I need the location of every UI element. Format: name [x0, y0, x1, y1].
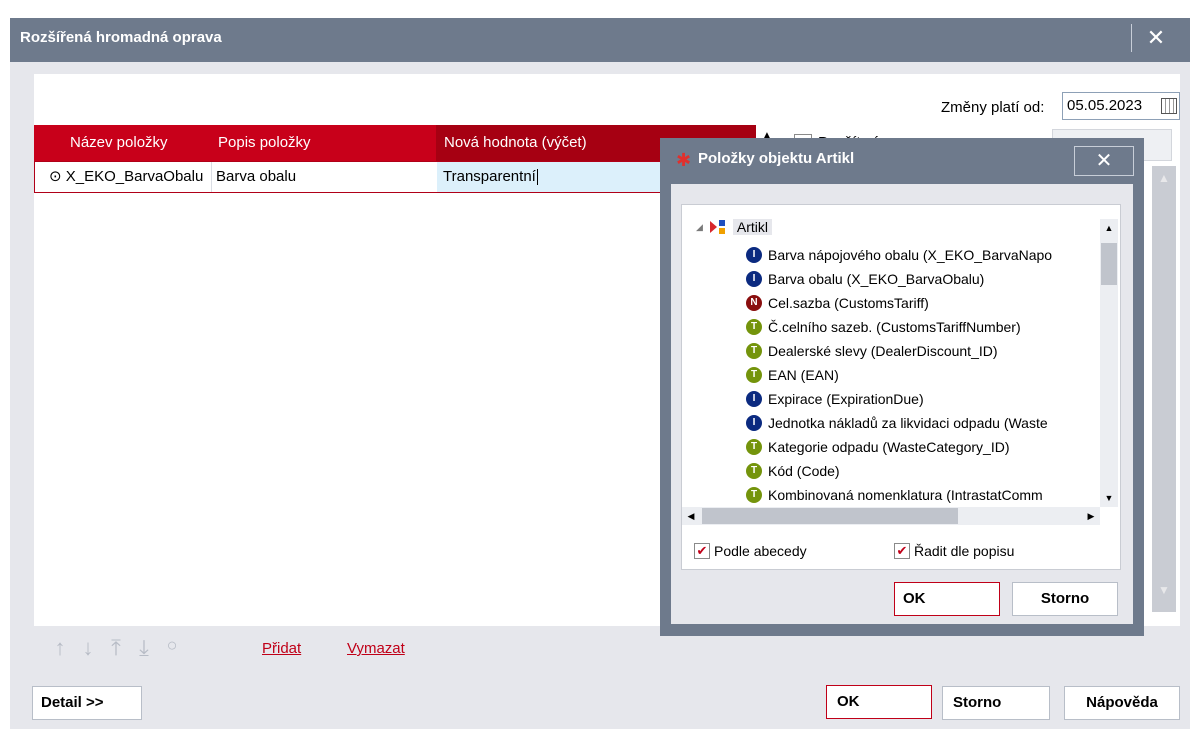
tree-horizontal-scrollbar[interactable]: ◀ ▶	[682, 507, 1100, 525]
tree-view[interactable]: ◢ Artikl I Barva nápojového obalu (X_EKO_…	[686, 217, 1093, 503]
close-button[interactable]: ✕	[1131, 24, 1180, 52]
list-item[interactable]: I Barva nápojového obalu (X_EKO_BarvaNapo	[746, 243, 1052, 267]
list-item-label: Barva nápojového obalu (X_EKO_BarvaNapo	[768, 247, 1053, 263]
column-header-name[interactable]: Název položky	[34, 125, 210, 161]
sort-desc-checkbox[interactable]: ✔	[894, 543, 910, 559]
detail-button[interactable]: Detail >>	[32, 686, 142, 720]
add-link[interactable]: Přidat	[262, 640, 301, 657]
list-item[interactable]: T Kód (Code)	[746, 459, 840, 483]
collapse-icon[interactable]: ◢	[696, 222, 703, 233]
tree-root[interactable]: ◢ Artikl	[696, 219, 773, 235]
sort-alpha-option[interactable]: ✔ Podle abecedy	[694, 543, 807, 559]
ok-button[interactable]: OK	[826, 685, 932, 719]
cell-item-name[interactable]: ⊙ X_EKO_BarvaObalu	[49, 162, 211, 192]
table-row[interactable]: ⊙ X_EKO_BarvaObalu Barva obalu Transpare…	[34, 161, 677, 193]
text-type-icon: T	[746, 343, 762, 359]
move-up-icon[interactable]: ↑	[50, 635, 70, 661]
number-type-icon: N	[746, 295, 762, 311]
list-item[interactable]: I Expirace (ExpirationDue)	[746, 387, 924, 411]
search-icon[interactable]: ○	[162, 635, 182, 661]
text-type-icon: T	[746, 463, 762, 479]
list-item[interactable]: T EAN (EAN)	[746, 363, 839, 387]
move-bottom-icon[interactable]: ⤓	[134, 635, 154, 661]
list-item-label: Expirace (ExpirationDue)	[768, 391, 924, 407]
list-item[interactable]: T Dealerské slevy (DealerDiscount_ID)	[746, 339, 998, 363]
changes-from-label: Změny platí od:	[941, 99, 1045, 116]
items-dialog: ✱ Položky objektu Artikl ✕ ◢ Artikl I Bar…	[660, 138, 1144, 636]
changes-from-value: 05.05.2023	[1067, 97, 1143, 114]
list-item[interactable]: N Cel.sazba (CustomsTariff)	[746, 291, 929, 315]
scroll-thumb[interactable]	[702, 508, 958, 524]
list-item-label: Kombinovaná nomenklatura (IntrastatComm	[768, 487, 1043, 503]
text-type-icon: T	[746, 487, 762, 503]
text-type-icon: T	[746, 319, 762, 335]
integer-type-icon: I	[746, 271, 762, 287]
dialog-star-icon: ✱	[676, 150, 692, 170]
list-item[interactable]: I Jednotka nákladů za likvidaci odpadu (W…	[746, 411, 1048, 435]
dialog-client: ◢ Artikl I Barva nápojového obalu (X_EKO_…	[671, 184, 1133, 624]
move-down-icon[interactable]: ↓	[78, 635, 98, 661]
tree-vertical-scrollbar[interactable]: ▲ ▼	[1100, 219, 1118, 507]
sort-desc-option[interactable]: ✔ Řadit dle popisu	[894, 543, 1014, 559]
changes-from-date-input[interactable]: 05.05.2023	[1062, 92, 1180, 120]
cell-new-value[interactable]: Transparentní	[437, 162, 677, 192]
scroll-down-icon[interactable]: ▼	[1100, 489, 1118, 507]
scroll-left-icon[interactable]: ◀	[682, 507, 700, 525]
object-icon	[709, 219, 727, 235]
help-button[interactable]: Nápověda	[1064, 686, 1180, 720]
list-item-label: EAN (EAN)	[768, 367, 839, 383]
tree-root-label[interactable]: Artikl	[732, 219, 773, 235]
dialog-cancel-button[interactable]: Storno	[1012, 582, 1118, 616]
dialog-ok-button[interactable]: OK	[894, 582, 1000, 616]
integer-type-icon: I	[746, 247, 762, 263]
scroll-thumb[interactable]	[1101, 243, 1117, 285]
expression-scrollbar[interactable]: ▲ ▼	[1152, 166, 1176, 612]
window-title: Rozšířená hromadná oprava	[20, 29, 222, 46]
calendar-icon[interactable]	[1161, 98, 1177, 114]
dialog-title: Položky objektu Artikl	[698, 150, 855, 167]
tree-panel: ◢ Artikl I Barva nápojového obalu (X_EKO_…	[681, 204, 1121, 570]
list-item-label: Kategorie odpadu (WasteCategory_ID)	[768, 439, 1010, 455]
column-header-description[interactable]: Popis položky	[210, 125, 436, 161]
cell-new-value-text[interactable]: Transparentní	[443, 168, 536, 185]
dialog-close-button[interactable]: ✕	[1074, 146, 1134, 176]
title-bar: Rozšířená hromadná oprava ✕	[10, 18, 1190, 58]
sort-desc-label: Řadit dle popisu	[914, 543, 1015, 559]
list-item-label: Cel.sazba (CustomsTariff)	[768, 295, 929, 311]
cell-item-description[interactable]: Barva obalu	[211, 162, 437, 192]
sort-alpha-label: Podle abecedy	[714, 543, 807, 559]
text-caret	[536, 169, 538, 186]
list-item[interactable]: I Barva obalu (X_EKO_BarvaObalu)	[746, 267, 984, 291]
list-item[interactable]: T Č.celního sazeb. (CustomsTariffNumber)	[746, 315, 1021, 339]
list-item[interactable]: T Kategorie odpadu (WasteCategory_ID)	[746, 435, 1010, 459]
scroll-right-icon[interactable]: ▶	[1082, 507, 1100, 525]
integer-type-icon: I	[746, 415, 762, 431]
delete-link[interactable]: Vymazat	[347, 640, 405, 657]
scroll-up-icon[interactable]: ▲	[1152, 166, 1176, 190]
list-item[interactable]: T Kombinovaná nomenklatura (IntrastatComm	[746, 483, 1043, 503]
grid-header: Název položky Popis položky Nová hodnota…	[34, 125, 756, 161]
scroll-down-icon[interactable]: ▼	[1152, 578, 1176, 602]
integer-type-icon: I	[746, 391, 762, 407]
list-item-label: Kód (Code)	[768, 463, 840, 479]
list-item-label: Dealerské slevy (DealerDiscount_ID)	[768, 343, 998, 359]
row-toolbar: ↑ ↓ ⤒ ⤓ ○	[50, 635, 182, 661]
sort-alpha-checkbox[interactable]: ✔	[694, 543, 710, 559]
text-type-icon: T	[746, 367, 762, 383]
list-item-label: Jednotka nákladů za likvidaci odpadu (Wa…	[768, 415, 1048, 431]
list-item-label: Č.celního sazeb. (CustomsTariffNumber)	[768, 319, 1021, 335]
move-top-icon[interactable]: ⤒	[106, 635, 126, 661]
scroll-up-icon[interactable]: ▲	[1100, 219, 1118, 237]
text-type-icon: T	[746, 439, 762, 455]
list-item-label: Barva obalu (X_EKO_BarvaObalu)	[768, 271, 985, 287]
cancel-button[interactable]: Storno	[942, 686, 1050, 720]
